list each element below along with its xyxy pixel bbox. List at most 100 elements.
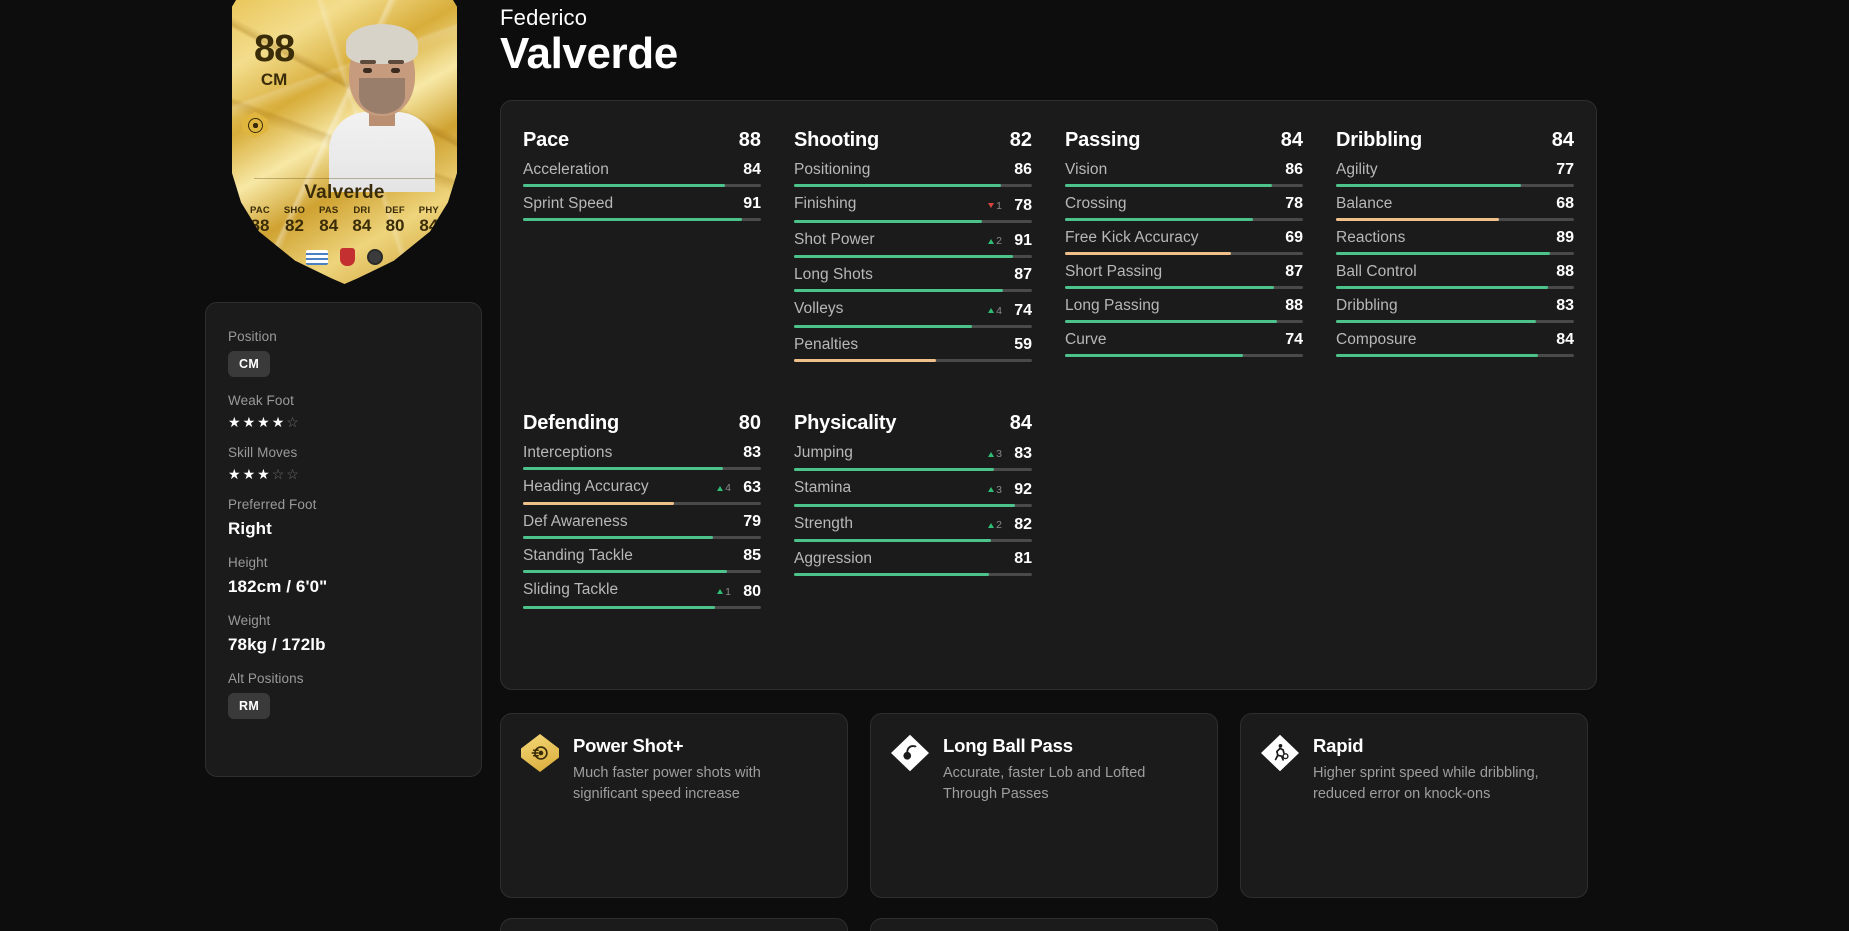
attribute-column-defending: Defending 80 Interceptions 83 Heading Accura… bbox=[523, 408, 761, 617]
attribute-value: 77 bbox=[1556, 161, 1574, 178]
attribute-bar-fill bbox=[523, 184, 725, 187]
attribute-bar-track bbox=[1336, 252, 1574, 255]
playstyle-card[interactable]: Power Shot+ Much faster power shots with … bbox=[500, 713, 848, 898]
attribute-row: Short Passing 87 bbox=[1065, 263, 1303, 289]
attribute-row: Vision 86 bbox=[1065, 161, 1303, 187]
attribute-bar-track bbox=[794, 468, 1032, 471]
attribute-value-group: 1 78 bbox=[988, 197, 1032, 215]
attribute-name: Stamina bbox=[794, 479, 852, 496]
delta-value: 1 bbox=[996, 199, 1002, 212]
attribute-line: Ball Control 88 bbox=[1336, 263, 1574, 281]
attribute-group-total: 80 bbox=[738, 411, 761, 434]
page-title: Federico Valverde bbox=[500, 5, 678, 79]
info-group-skill-moves: Skill Moves ★★★☆☆ bbox=[228, 445, 459, 481]
card-divider bbox=[254, 178, 435, 179]
delta-value: 2 bbox=[996, 519, 1002, 531]
attribute-name: Standing Tackle bbox=[523, 547, 633, 564]
attribute-bar-fill bbox=[1336, 354, 1538, 357]
attribute-name: Long Shots bbox=[794, 266, 873, 283]
attribute-value: 89 bbox=[1556, 229, 1574, 246]
portrait-beard bbox=[359, 78, 405, 114]
attribute-line: Jumping 3 83 bbox=[794, 444, 1032, 464]
attribute-bar-fill bbox=[523, 502, 675, 505]
attribute-bar-track bbox=[1065, 184, 1303, 187]
attribute-row: Curve 74 bbox=[1065, 331, 1303, 357]
player-card[interactable]: 88 CM Valverde PAC 88 SHO 82 PAS 84 DRI 84 DEF 80… bbox=[232, 0, 457, 284]
attribute-value-group: 78 bbox=[1277, 195, 1303, 213]
attribute-line: Def Awareness 79 bbox=[523, 513, 761, 531]
attribute-row: Shot Power 2 91 bbox=[794, 231, 1032, 258]
delta-value: 1 bbox=[725, 585, 731, 598]
player-portrait bbox=[307, 16, 455, 192]
attribute-value: 85 bbox=[743, 547, 761, 564]
attribute-bar-fill bbox=[523, 218, 742, 221]
attribute-name: Sprint Speed bbox=[523, 195, 614, 212]
attribute-bar-track bbox=[1065, 218, 1303, 221]
attribute-bar-track bbox=[1336, 354, 1574, 357]
playstyle-glyph bbox=[891, 734, 929, 772]
playstyle-description: Much faster power shots with significant… bbox=[573, 765, 761, 802]
attribute-group-total: 84 bbox=[1551, 129, 1574, 151]
card-face-stat: PAC 88 bbox=[250, 206, 270, 235]
attribute-row: Reactions 89 bbox=[1336, 229, 1574, 255]
attribute-column-header: Pace 88 bbox=[523, 129, 761, 152]
position-chip[interactable]: CM bbox=[228, 351, 271, 377]
attribute-row: Interceptions 83 bbox=[523, 444, 761, 470]
attribute-row: Aggression 81 bbox=[794, 550, 1032, 576]
attribute-bar-fill bbox=[794, 219, 982, 223]
attribute-name: Positioning bbox=[794, 161, 871, 178]
card-face-stat: PAS 84 bbox=[319, 206, 338, 235]
attribute-value-group: 86 bbox=[1006, 161, 1032, 179]
attribute-bar-fill bbox=[1065, 184, 1272, 187]
attribute-bar-fill bbox=[794, 539, 992, 542]
attribute-name: Aggression bbox=[794, 550, 873, 567]
attribute-value: 78 bbox=[1014, 196, 1032, 214]
attribute-value-group: 83 bbox=[1548, 297, 1574, 315]
attribute-value-group: 4 74 bbox=[988, 302, 1032, 320]
attribute-row: Dribbling 83 bbox=[1336, 297, 1574, 323]
attribute-column-header: Dribbling 84 bbox=[1336, 129, 1574, 152]
playstyle-card[interactable]: Rapid Higher sprint speed while dribbling… bbox=[1240, 713, 1588, 898]
club-crest-icon bbox=[340, 248, 355, 266]
attribute-value-group: 83 bbox=[735, 444, 761, 462]
attribute-value-group: 1 80 bbox=[717, 583, 761, 601]
long-ball-pass-icon bbox=[891, 734, 929, 772]
attribute-bar-track bbox=[523, 184, 761, 187]
attribute-line: Reactions 89 bbox=[1336, 229, 1574, 247]
attribute-bar-track bbox=[1336, 320, 1574, 323]
attribute-row: Composure 84 bbox=[1336, 331, 1574, 357]
attribute-value-group: 88 bbox=[1277, 297, 1303, 315]
attribute-value: 63 bbox=[743, 479, 761, 496]
weak-foot-label: Weak Foot bbox=[228, 393, 294, 408]
attribute-line: Dribbling 83 bbox=[1336, 297, 1574, 315]
card-face-stat-label: DEF bbox=[385, 205, 405, 216]
attribute-row: Standing Tackle 85 bbox=[523, 547, 761, 573]
attribute-row: Long Passing 88 bbox=[1065, 297, 1303, 323]
attribute-row: Finishing 1 78 bbox=[794, 195, 1032, 223]
playstyle-body: Long Ball Pass Accurate, faster Lob and L… bbox=[943, 734, 1188, 877]
playstyle-card-partial-2[interactable] bbox=[870, 918, 1218, 931]
attribute-bar-fill bbox=[1336, 286, 1548, 289]
attribute-column-passing: Passing 84 Vision 86 Crossing 78 Free Kick Acc… bbox=[1065, 125, 1303, 370]
attribute-row: Agility 77 bbox=[1336, 161, 1574, 187]
attribute-value-group: 77 bbox=[1548, 161, 1574, 179]
attribute-value: 86 bbox=[1285, 161, 1303, 178]
portrait-eye-right bbox=[391, 68, 400, 73]
attribute-line: Shot Power 2 91 bbox=[794, 231, 1032, 251]
attribute-bar-track bbox=[1336, 286, 1574, 289]
attribute-row: Jumping 3 83 bbox=[794, 444, 1032, 471]
skill-moves-stars: ★★★☆☆ bbox=[228, 467, 459, 481]
card-face-stat-label: SHO bbox=[283, 205, 306, 216]
playstyle-card-partial-1[interactable] bbox=[500, 918, 848, 931]
star-filled: ★ bbox=[242, 414, 258, 430]
alt-position-chip[interactable]: RM bbox=[228, 693, 271, 719]
delta-up-icon: 3 bbox=[988, 484, 1002, 496]
delta-up-icon: 2 bbox=[988, 519, 1002, 531]
card-face-stat-label: DRI bbox=[353, 205, 371, 216]
attribute-value-group: 85 bbox=[735, 547, 761, 565]
attribute-group-name: Physicality bbox=[794, 411, 897, 434]
playstyle-card[interactable]: Long Ball Pass Accurate, faster Lob and L… bbox=[870, 713, 1218, 898]
attribute-bar-track bbox=[794, 324, 1032, 328]
attribute-bar-track bbox=[1336, 184, 1574, 187]
star-filled: ★ bbox=[228, 466, 243, 482]
